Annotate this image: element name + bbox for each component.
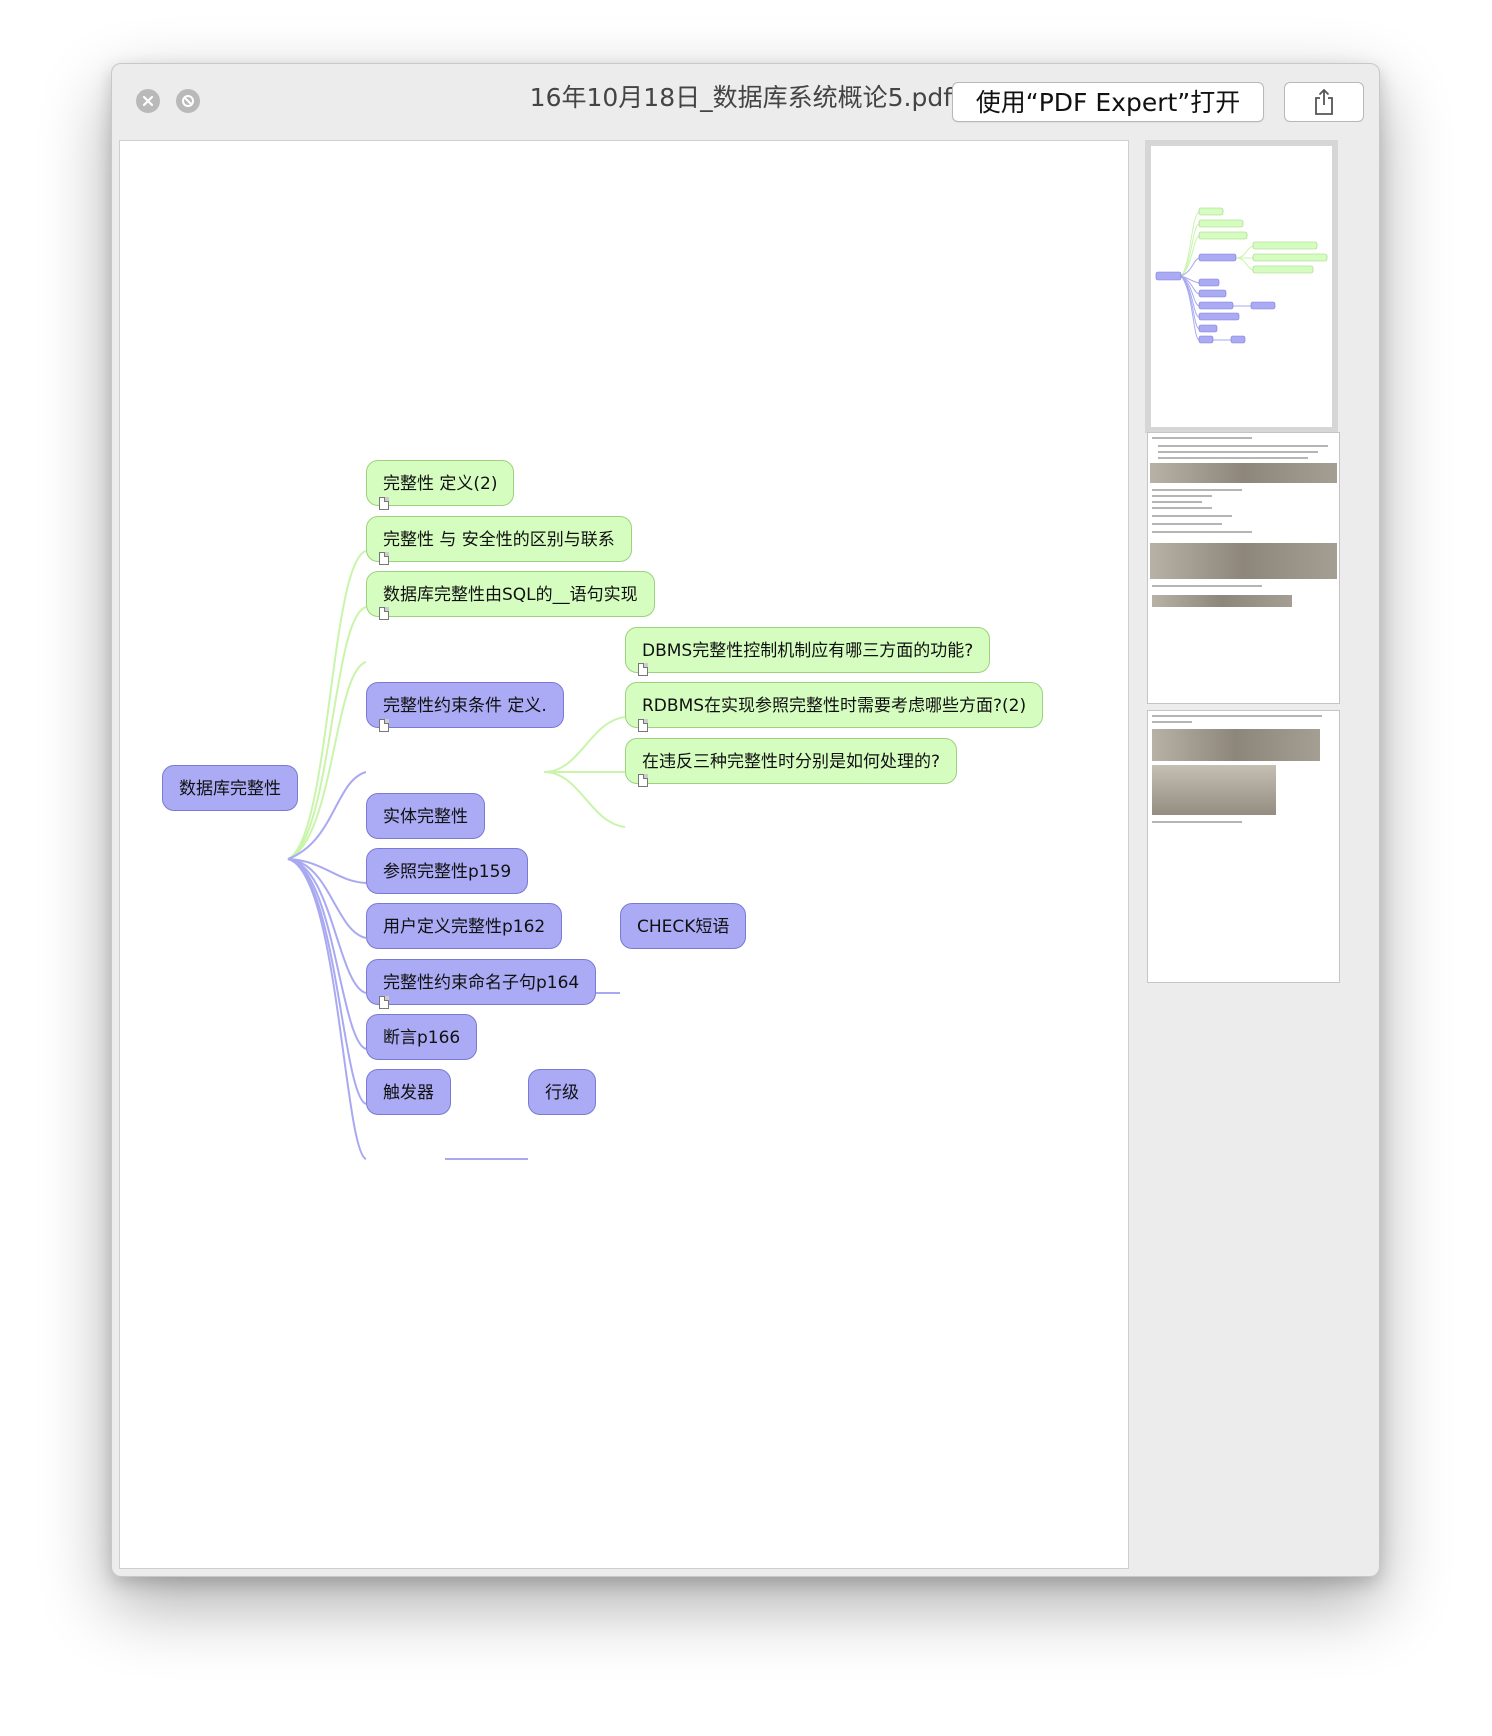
thumbnail-text-line — [1152, 507, 1212, 509]
close-button[interactable] — [136, 89, 160, 113]
branch-assertion[interactable]: 断言p166 — [366, 1014, 478, 1060]
note-icon[interactable] — [638, 663, 648, 676]
sub-check-clause[interactable]: CHECK短语 — [620, 903, 747, 949]
note-icon[interactable] — [638, 774, 648, 787]
thumbnail-text-line — [1152, 489, 1242, 491]
thumbnail-text-line — [1152, 501, 1202, 503]
fullscreen-button[interactable] — [176, 89, 200, 113]
branch-constraint-naming[interactable]: 完整性约束命名子句p164 — [366, 959, 597, 1005]
branch-integrity-vs-security[interactable]: 完整性 与 安全性的区别与联系 — [366, 516, 632, 562]
window-title: 16年10月18日_数据库系统概论5.pdf — [529, 83, 952, 112]
thumbnail-text-line — [1152, 515, 1232, 517]
titlebar: 16年10月18日_数据库系统概论5.pdf 使用“PDF Expert”打开 — [112, 64, 1379, 134]
thumbnail-mindmap-preview — [1155, 207, 1328, 344]
mindmap-connectors — [287, 550, 626, 1160]
quicklook-window: 16年10月18日_数据库系统概论5.pdf 使用“PDF Expert”打开 — [111, 63, 1380, 1577]
sub-row-level[interactable]: 行级 — [528, 1069, 596, 1115]
thumbnail-text-line — [1152, 523, 1222, 525]
thumbnail-text-line — [1152, 437, 1252, 439]
note-icon[interactable] — [638, 719, 648, 732]
branch-trigger[interactable]: 触发器 — [366, 1069, 451, 1115]
thumbnail-text-line — [1152, 585, 1262, 587]
thumbnail-photo — [1152, 595, 1292, 607]
sub-violation-handling[interactable]: 在违反三种完整性时分别是如何处理的? — [625, 738, 958, 784]
mindmap-root-node[interactable]: 数据库完整性 — [162, 765, 298, 811]
thumbnail-text-line — [1152, 721, 1192, 723]
sub-dbms-control[interactable]: DBMS完整性控制机制应有哪三方面的功能? — [625, 627, 991, 673]
share-icon — [1315, 88, 1333, 115]
branch-sql-statement[interactable]: 数据库完整性由SQL的__语句实现 — [366, 571, 655, 617]
pdf-page-view[interactable]: 数据库完整性 完整性 定义(2) 完整性 与 安全性的区别与联系 数据库完整性由… — [119, 140, 1129, 1569]
page-thumbnail-2[interactable] — [1147, 432, 1340, 704]
share-button[interactable] — [1284, 82, 1364, 122]
branch-entity-integrity[interactable]: 实体完整性 — [366, 793, 485, 839]
open-with-pdf-expert-button[interactable]: 使用“PDF Expert”打开 — [952, 82, 1264, 122]
page-thumbnail-1[interactable] — [1145, 140, 1338, 433]
note-icon[interactable] — [379, 497, 389, 510]
fullscreen-icon — [182, 95, 194, 107]
page-thumbnail-3[interactable] — [1147, 710, 1340, 983]
thumbnail-text-line — [1158, 451, 1318, 453]
thumbnail-text-line — [1152, 821, 1242, 823]
thumbnail-text-line — [1152, 495, 1212, 497]
thumbnail-text-line — [1158, 457, 1308, 459]
thumbnail-text-line — [1152, 715, 1322, 717]
close-icon — [142, 95, 154, 107]
thumbnail-photo — [1150, 543, 1337, 579]
branch-constraint-definition[interactable]: 完整性约束条件 定义. — [366, 682, 564, 728]
thumbnail-table-photo — [1152, 765, 1276, 815]
sub-rdbms-referential[interactable]: RDBMS在实现参照完整性时需要考虑哪些方面?(2) — [625, 682, 1044, 728]
note-icon[interactable] — [379, 996, 389, 1009]
note-icon[interactable] — [379, 552, 389, 565]
thumbnail-photo — [1150, 463, 1337, 483]
note-icon[interactable] — [379, 607, 389, 620]
thumbnail-photo — [1152, 729, 1320, 761]
note-icon[interactable] — [379, 719, 389, 732]
branch-user-defined-integrity[interactable]: 用户定义完整性p162 — [366, 903, 563, 949]
thumbnail-text-line — [1158, 445, 1328, 447]
branch-referential-integrity[interactable]: 参照完整性p159 — [366, 848, 529, 894]
thumbnail-text-line — [1152, 531, 1252, 533]
